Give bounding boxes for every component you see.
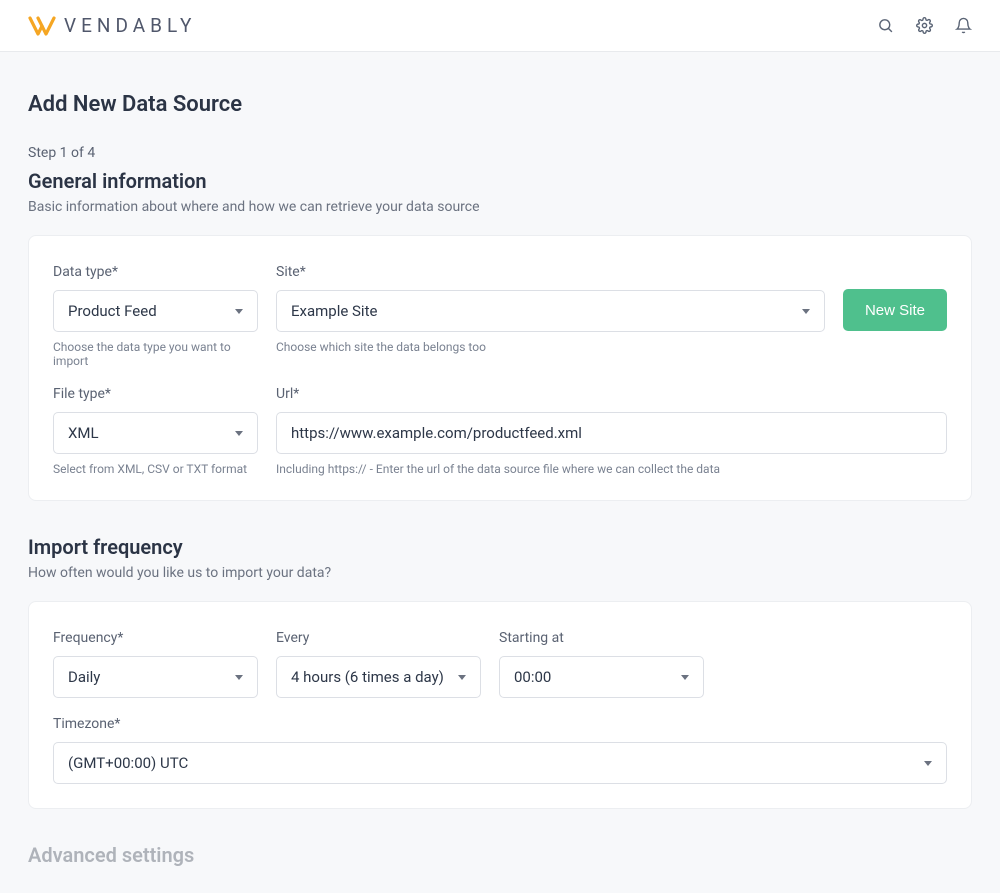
chevron-down-icon [924,761,932,766]
url-input[interactable]: https://www.example.com/productfeed.xml [276,412,947,454]
every-value: 4 hours (6 times a day) [291,668,444,686]
frequency-card: Frequency* Daily Every 4 hours (6 times … [28,601,972,809]
every-select[interactable]: 4 hours (6 times a day) [276,656,481,698]
data-type-help: Choose the data type you want to import [53,340,258,368]
page-title: Add New Data Source [28,92,972,117]
section-general-desc: Basic information about where and how we… [28,199,972,215]
url-label: Url* [276,386,947,402]
file-type-help: Select from XML, CSV or TXT format [53,462,258,476]
general-card: Data type* Product Feed Choose the data … [28,235,972,501]
site-select[interactable]: Example Site [276,290,825,332]
section-general-title: General information [28,169,972,193]
chevron-down-icon [235,431,243,436]
url-help: Including https:// - Enter the url of th… [276,462,947,476]
new-site-button[interactable]: New Site [843,289,947,331]
chevron-down-icon [235,675,243,680]
data-type-value: Product Feed [68,302,157,320]
chevron-down-icon [458,675,466,680]
main-container: Add New Data Source Step 1 of 4 General … [0,52,1000,893]
section-frequency-title: Import frequency [28,535,972,559]
site-value: Example Site [291,302,377,320]
bell-icon[interactable] [955,17,972,34]
frequency-value: Daily [68,668,100,686]
timezone-value: (GMT+00:00) UTC [68,754,188,772]
top-header: VENDABLY [0,0,1000,52]
logo-icon [28,15,56,37]
data-type-label: Data type* [53,264,258,280]
frequency-select[interactable]: Daily [53,656,258,698]
search-icon[interactable] [877,17,894,34]
section-advanced-title: Advanced settings [28,843,972,867]
step-indicator: Step 1 of 4 [28,145,972,161]
gear-icon[interactable] [916,17,933,34]
site-help: Choose which site the data belongs too [276,340,825,354]
chevron-down-icon [802,309,810,314]
starting-value: 00:00 [514,668,551,686]
header-actions [877,17,972,34]
file-type-select[interactable]: XML [53,412,258,454]
frequency-label: Frequency* [53,630,258,646]
file-type-value: XML [68,424,99,442]
starting-select[interactable]: 00:00 [499,656,704,698]
timezone-label: Timezone* [53,716,947,732]
every-label: Every [276,630,481,646]
url-value: https://www.example.com/productfeed.xml [291,424,582,442]
brand-name: VENDABLY [64,14,196,37]
section-frequency-desc: How often would you like us to import yo… [28,565,972,581]
chevron-down-icon [681,675,689,680]
timezone-select[interactable]: (GMT+00:00) UTC [53,742,947,784]
site-label: Site* [276,264,825,280]
chevron-down-icon [235,309,243,314]
data-type-select[interactable]: Product Feed [53,290,258,332]
file-type-label: File type* [53,386,258,402]
brand-logo[interactable]: VENDABLY [28,14,196,37]
starting-label: Starting at [499,630,704,646]
